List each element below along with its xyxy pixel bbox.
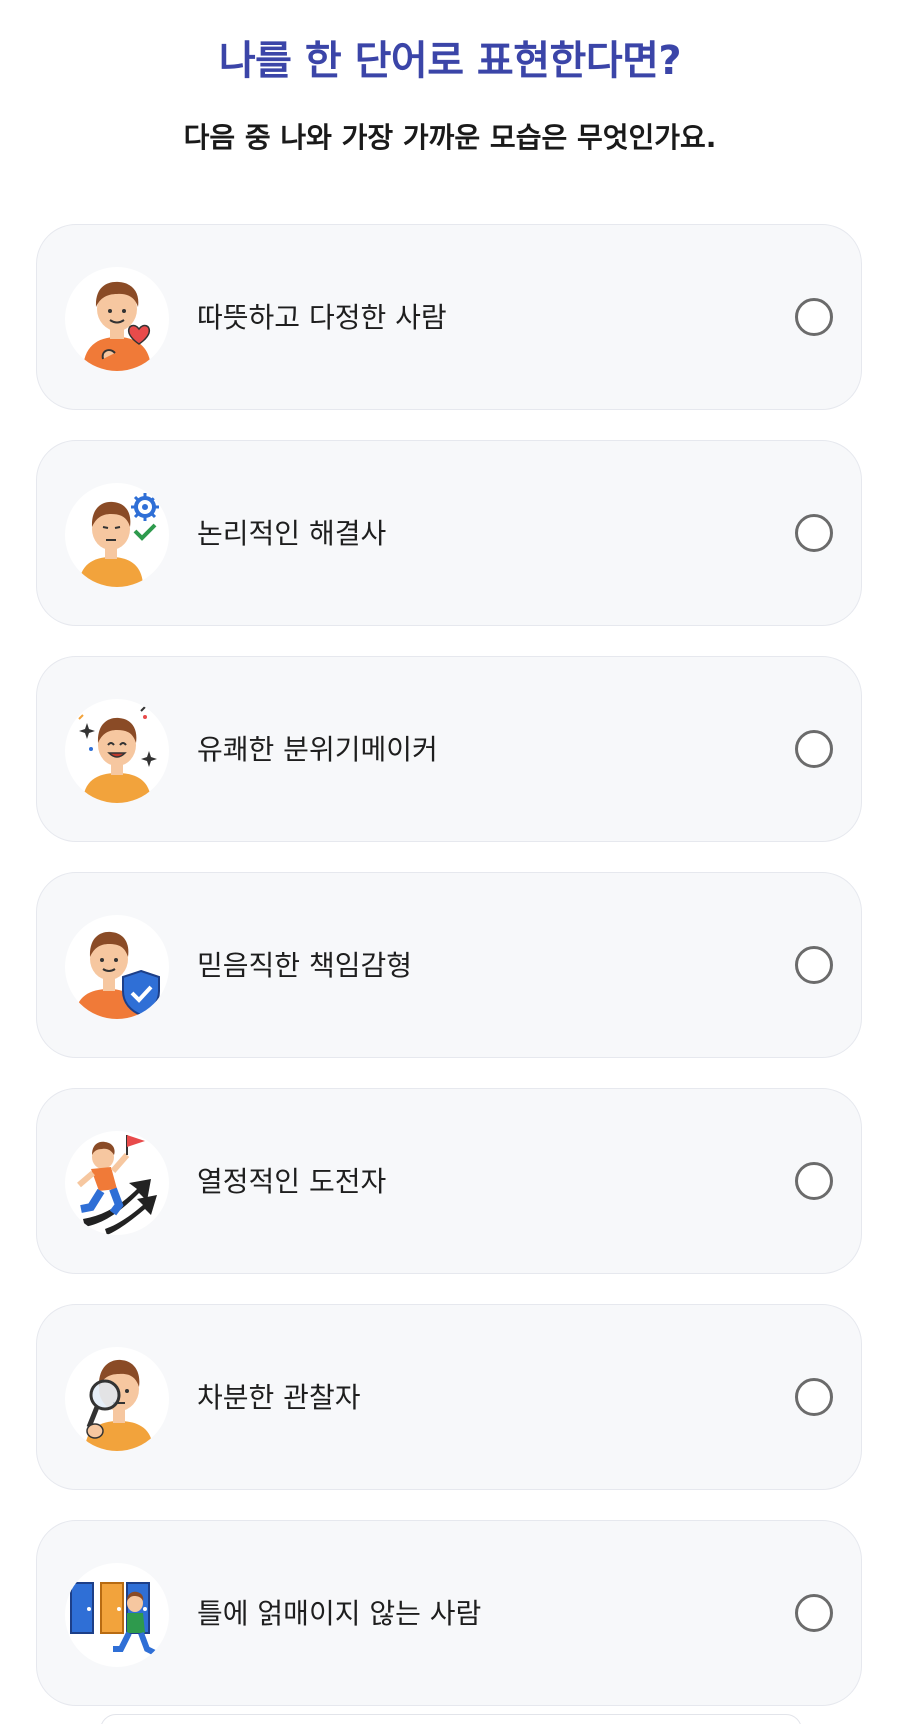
question-subtitle: 다음 중 나와 가장 가까운 모습은 무엇인가요. [183, 121, 717, 154]
observer-magnifier-icon [65, 1347, 169, 1451]
radio-button[interactable] [795, 1594, 833, 1632]
option-cheerful[interactable]: 유쾌한 분위기메이커 [36, 656, 862, 842]
climber-flag-arrow-icon [65, 1131, 169, 1235]
radio-button[interactable] [795, 1378, 833, 1416]
radio-button[interactable] [795, 946, 833, 984]
option-label: 따뜻하고 다정한 사람 [197, 301, 447, 334]
option-free-spirit[interactable]: 틀에 얽매이지 않는 사람 [36, 1520, 862, 1706]
cheerful-sparkles-icon [65, 699, 169, 803]
question-title: 나를 한 단어로 표현한다면? [218, 38, 682, 84]
radio-button[interactable] [795, 1162, 833, 1200]
radio-button[interactable] [795, 298, 833, 336]
option-label: 열정적인 도전자 [197, 1165, 387, 1198]
option-label: 유쾌한 분위기메이커 [197, 733, 438, 766]
option-warm-person[interactable]: 따뜻하고 다정한 사람 [36, 224, 862, 410]
option-label: 차분한 관찰자 [197, 1381, 361, 1414]
option-passionate-challenger[interactable]: 열정적인 도전자 [36, 1088, 862, 1274]
logical-solver-gear-check-icon [65, 483, 169, 587]
option-label: 틀에 얽매이지 않는 사람 [197, 1597, 482, 1630]
option-calm-observer[interactable]: 차분한 관찰자 [36, 1304, 862, 1490]
bottom-button-edge[interactable] [100, 1714, 802, 1724]
free-spirit-doors-icon [65, 1563, 169, 1667]
option-logical-solver[interactable]: 논리적인 해결사 [36, 440, 862, 626]
radio-button[interactable] [795, 514, 833, 552]
option-label: 믿음직한 책임감형 [197, 949, 412, 982]
radio-button[interactable] [795, 730, 833, 768]
reliable-shield-check-icon [65, 915, 169, 1019]
warm-person-heart-icon [65, 267, 169, 371]
option-label: 논리적인 해결사 [197, 517, 387, 550]
answer-options-list: 따뜻하고 다정한 사람 논리적인 해결사 유쾌한 분위기메이커 믿음직한 책임감… [36, 224, 864, 1724]
option-reliable[interactable]: 믿음직한 책임감형 [36, 872, 862, 1058]
quiz-page: 나를 한 단어로 표현한다면? 다음 중 나와 가장 가까운 모습은 무엇인가요… [0, 0, 900, 1724]
